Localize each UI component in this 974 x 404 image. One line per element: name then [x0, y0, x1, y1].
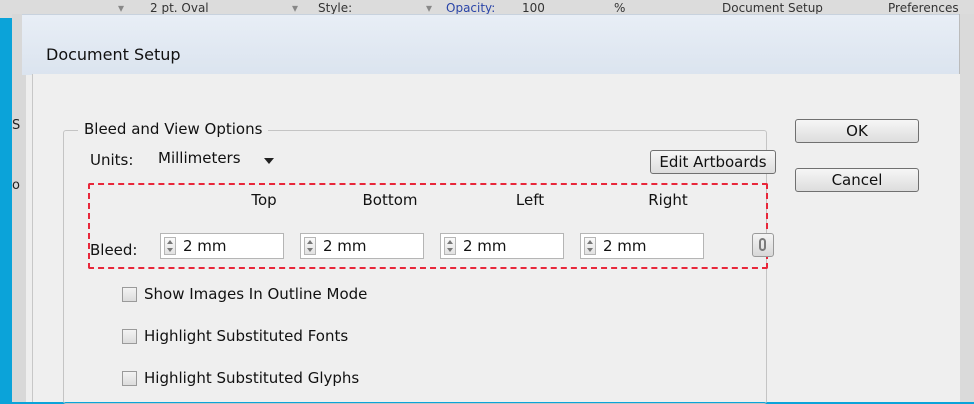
dialog-title: Document Setup	[46, 45, 181, 64]
ok-button[interactable]: OK	[795, 119, 919, 143]
bleed-right-field[interactable]: 2 mm	[580, 233, 704, 259]
cancel-button[interactable]: Cancel	[795, 168, 919, 192]
chevron-down-icon	[264, 158, 274, 164]
checkbox-label: Highlight Substituted Glyphs	[144, 369, 360, 387]
preferences-toolbar-button[interactable]: Preferences	[888, 1, 959, 15]
checkbox-label: Highlight Substituted Fonts	[144, 327, 349, 345]
bleed-bottom-field[interactable]: 2 mm	[300, 233, 424, 259]
bleed-left-label: Left	[515, 191, 545, 209]
document-setup-dialog: S o Document Setup Bleed and View Option…	[12, 14, 974, 404]
dialog-titlebar[interactable]: Document Setup	[22, 14, 974, 75]
opacity-label[interactable]: Opacity:	[446, 1, 495, 15]
opacity-value[interactable]: 100	[522, 1, 545, 15]
background-glyph: S	[12, 118, 21, 133]
bleed-right-value: 2 mm	[603, 237, 647, 255]
document-setup-toolbar-button[interactable]: Document Setup	[722, 1, 823, 15]
units-dropdown[interactable]: Millimeters	[158, 149, 280, 171]
background-glyph: o	[12, 178, 20, 193]
bleed-top-field[interactable]: 2 mm	[160, 233, 284, 259]
checkbox[interactable]	[122, 329, 137, 344]
link-icon	[759, 238, 766, 251]
background-right-panel	[959, 14, 974, 402]
dialog-body: Bleed and View Options Units: Millimeter…	[32, 74, 960, 404]
units-label: Units:	[90, 151, 134, 169]
units-dropdown-value: Millimeters	[158, 149, 241, 167]
stroke-profile-label[interactable]: 2 pt. Oval	[150, 1, 209, 15]
spinner-icon[interactable]	[444, 237, 456, 255]
checkbox[interactable]	[122, 371, 137, 386]
checkbox[interactable]	[122, 287, 137, 302]
group-legend: Bleed and View Options	[78, 120, 269, 138]
spinner-icon[interactable]	[304, 237, 316, 255]
spinner-icon[interactable]	[164, 237, 176, 255]
opacity-percent: %	[614, 1, 626, 15]
checkbox-label: Show Images In Outline Mode	[144, 285, 368, 303]
bleed-top-value: 2 mm	[183, 237, 227, 255]
style-label[interactable]: Style:	[318, 1, 352, 15]
bleed-right-label: Right	[648, 191, 688, 209]
bleed-view-options-group: Bleed and View Options Units: Millimeter…	[63, 120, 776, 404]
toolbar-separator: ▾	[292, 1, 299, 15]
edit-artboards-button[interactable]: Edit Artboards	[650, 150, 776, 174]
bleed-bottom-value: 2 mm	[323, 237, 367, 255]
bleed-label: Bleed:	[90, 241, 138, 259]
bleed-left-value: 2 mm	[463, 237, 507, 255]
bleed-left-field[interactable]: 2 mm	[440, 233, 564, 259]
bleed-bottom-label: Bottom	[362, 191, 418, 209]
toolbar-separator: ▾	[426, 1, 433, 15]
toolbar-separator: ▾	[118, 1, 125, 15]
link-bleed-settings-button[interactable]	[752, 233, 774, 257]
spinner-icon[interactable]	[584, 237, 596, 255]
bleed-top-label: Top	[251, 191, 277, 209]
